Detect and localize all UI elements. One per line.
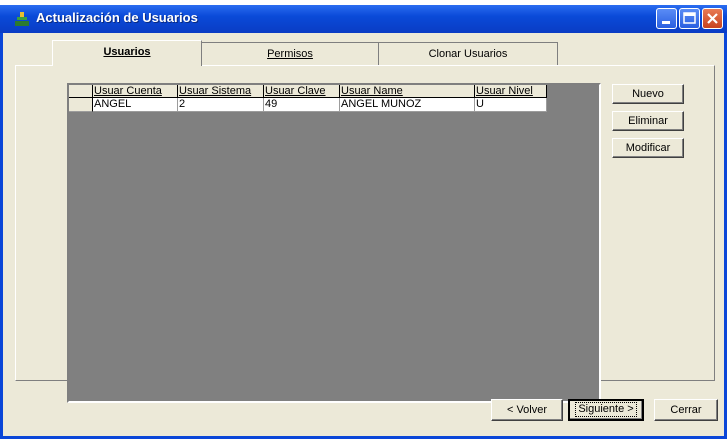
- table-cell[interactable]: ANGEL: [93, 98, 178, 112]
- close-icon: [707, 13, 718, 24]
- minimize-icon: [662, 21, 670, 24]
- nuevo-button[interactable]: Nuevo: [612, 84, 684, 104]
- siguiente-label: Siguiente >: [575, 402, 637, 417]
- header-selector: [69, 85, 93, 98]
- cerrar-label: Cerrar: [670, 404, 702, 416]
- siguiente-button[interactable]: Siguiente >: [568, 399, 644, 421]
- nuevo-label: Nuevo: [632, 88, 664, 100]
- tab-label: Usuarios: [103, 46, 151, 58]
- table-cell[interactable]: U: [475, 98, 547, 112]
- table-cell[interactable]: 2: [178, 98, 264, 112]
- column-header[interactable]: Usuar Nivel: [475, 85, 547, 98]
- users-grid[interactable]: Usuar Cuenta Usuar Sistema Usuar Clave U…: [67, 83, 601, 403]
- eliminar-button[interactable]: Eliminar: [612, 111, 684, 131]
- tab-clonar-usuarios[interactable]: Clonar Usuarios: [378, 42, 558, 66]
- eliminar-label: Eliminar: [628, 115, 668, 127]
- modificar-label: Modificar: [625, 142, 671, 154]
- tab-label: Clonar Usuarios: [428, 48, 508, 60]
- table-row[interactable]: ANGEL 2 49 ANGEL MUNOZ U: [69, 98, 547, 112]
- column-header[interactable]: Usuar Name: [340, 85, 475, 98]
- column-header[interactable]: Usuar Clave: [264, 85, 340, 98]
- volver-label: < Volver: [506, 404, 548, 416]
- tab-label: Permisos: [267, 48, 313, 60]
- volver-button[interactable]: < Volver: [491, 399, 563, 421]
- window-title: Actualización de Usuarios: [36, 10, 198, 25]
- column-header[interactable]: Usuar Cuenta: [93, 85, 178, 98]
- maximize-button[interactable]: [679, 8, 700, 29]
- table-cell[interactable]: 49: [264, 98, 340, 112]
- table-cell[interactable]: ANGEL MUNOZ: [340, 98, 475, 112]
- tab-usuarios[interactable]: Usuarios: [52, 40, 202, 66]
- column-header[interactable]: Usuar Sistema: [178, 85, 264, 98]
- maximize-icon: [683, 12, 696, 24]
- title-bar[interactable]: Actualización de Usuarios: [0, 5, 727, 33]
- cerrar-button[interactable]: Cerrar: [654, 399, 718, 421]
- tab-permisos[interactable]: Permisos: [200, 42, 380, 66]
- app-window: Actualización de Usuarios Usuarios Permi…: [0, 5, 727, 439]
- minimize-button[interactable]: [656, 8, 677, 29]
- close-button[interactable]: [702, 8, 723, 29]
- row-selector[interactable]: [69, 98, 93, 112]
- grid-header: Usuar Cuenta Usuar Sistema Usuar Clave U…: [69, 85, 547, 98]
- modificar-button[interactable]: Modificar: [612, 138, 684, 158]
- client-area: Usuarios Permisos Clonar Usuarios Usuar …: [3, 33, 724, 436]
- app-icon: [15, 12, 29, 26]
